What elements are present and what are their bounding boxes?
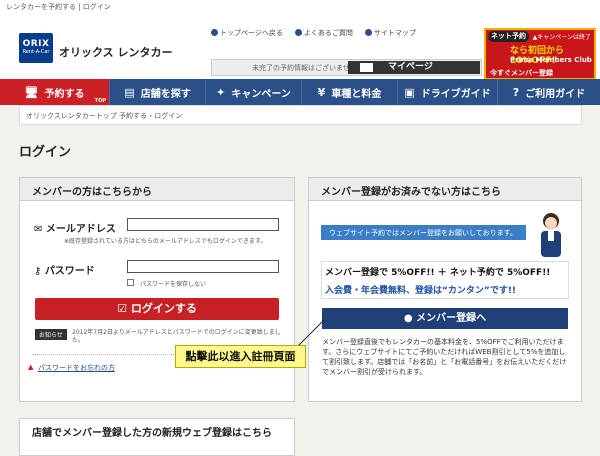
breadcrumb-reserve[interactable]: 予約する [119,112,147,120]
mypage-button[interactable]: マイページ [348,61,480,74]
page-title: ログイン [19,145,72,160]
question-icon: ? [512,85,520,99]
envelope-icon: ✉ [34,224,43,235]
key-icon: ⚷ [34,266,42,277]
prime-members-banner[interactable]: ネット予約 ▲キャンペーンは終了 なら初回から10%OFF! Prime Mem… [484,28,596,80]
annotation-callout: 點擊此以進入註冊頁面 [175,345,306,368]
register-heading: メンバー登録がお済みでない方はこちら [309,178,581,201]
member-register-panel: メンバー登録がお済みでない方はこちら ウェブサイト予約ではメンバー登録をお願いし… [308,177,582,402]
notice-badge: お知らせ [35,329,67,340]
main-nav: 🖥 予約する TOP ▤ 店舗を探す ✦ キャンペーン ¥ 車種と料金 ▣ ドラ… [0,79,600,105]
login-button[interactable]: ☑ ログインする [35,298,279,320]
remember-checkbox[interactable] [127,279,134,286]
user-card-icon [360,63,373,72]
nav-cars-prices[interactable]: ¥ 車種と料金 [302,79,398,105]
password-field[interactable] [127,260,279,273]
table-icon: ▤ [124,85,135,99]
discount-info: メンバー登録で 5%OFF!! ＋ ネット予約で 5%OFF!! 入会費・年会費… [321,261,569,299]
breadcrumb-current: ログイン [154,112,183,120]
bullet-icon: ● [403,313,417,324]
discount-line-2: 入会費・年会費無料、登録は“カンタン”です!! [325,286,517,296]
email-note: ※既存登録されている方はどちらのメールアドレスでもログインできます。 [64,238,267,245]
megaphone-icon: ✦ [216,85,226,99]
checkbox-icon: ☑ [117,302,131,315]
nav-reserve[interactable]: 🖥 予約する TOP [0,79,110,105]
link-faq[interactable]: よくあるご質問 [294,28,353,38]
home-icon [211,29,218,36]
orix-logo[interactable]: ORIX Rent-A-Car [19,33,53,63]
forgot-password-link[interactable]: パスワードをお忘れの方 [38,363,115,373]
store-register-panel: 店舗でメンバー登録した方の新規ウェブ登録はこちら [19,418,295,456]
password-label: ⚷ パスワード [34,266,95,277]
receptionist-illustration [541,213,561,257]
site-header: ORIX Rent-A-Car オリックス レンタカー トップページへ戻る よく… [0,13,600,80]
bullet-icon [364,29,372,36]
remember-label: パスワードを保存しない [140,281,207,288]
yen-icon: ¥ [317,85,326,99]
register-description: メンバー登録直後でもレンタカーの基本料金を、5%OFFでご利用いただけます。さら… [322,338,567,376]
email-field[interactable] [127,218,279,231]
monitor-icon: 🖥 [24,85,39,99]
member-register-button[interactable]: ● メンバー登録へ [322,308,568,329]
member-login-panel: メンバーの方はこちらから ✉ メールアドレス ※既存登録されている方はどちらのメ… [19,177,295,402]
brand-name: オリックス レンタカー [59,46,173,59]
email-label: ✉ メールアドレス [34,224,116,235]
notice-text: 2012年7月2日よりメールアドレスとパスワードでのログインに変更致しました。 [72,329,281,344]
store-register-heading: 店舗でメンバー登録した方の新規ウェブ登録はこちら [20,419,294,442]
top-links: トップページへ戻る よくあるご質問 サイトマップ [211,28,416,38]
nav-usage-guide[interactable]: ? ご利用ガイド [498,79,600,105]
warning-icon: ▲ [28,363,34,371]
link-sitemap[interactable]: サイトマップ [364,28,416,38]
register-banner: ウェブサイト予約ではメンバー登録をお願いしております。 [321,225,526,240]
car-icon: ▣ [404,85,415,99]
breadcrumb-home[interactable]: オリックスレンタカートップ [26,112,117,120]
discount-line-1: メンバー登録で 5%OFF!! ＋ ネット予約で 5%OFF!! [325,268,551,278]
nav-store-search[interactable]: ▤ 店舗を探す [110,79,206,105]
bullet-icon [294,29,302,36]
window-title: レンタカーを予約する | ログイン [0,0,600,13]
nav-drive-guide[interactable]: ▣ ドライブガイド [398,79,498,105]
link-top-page[interactable]: トップページへ戻る [211,28,283,38]
login-heading: メンバーの方はこちらから [20,178,294,201]
reservation-status: 未完了の予約情報はございません マイページ [211,59,482,76]
nav-campaign[interactable]: ✦ キャンペーン [206,79,302,105]
breadcrumb: オリックスレンタカートップ 予約する › ログイン [19,105,582,125]
